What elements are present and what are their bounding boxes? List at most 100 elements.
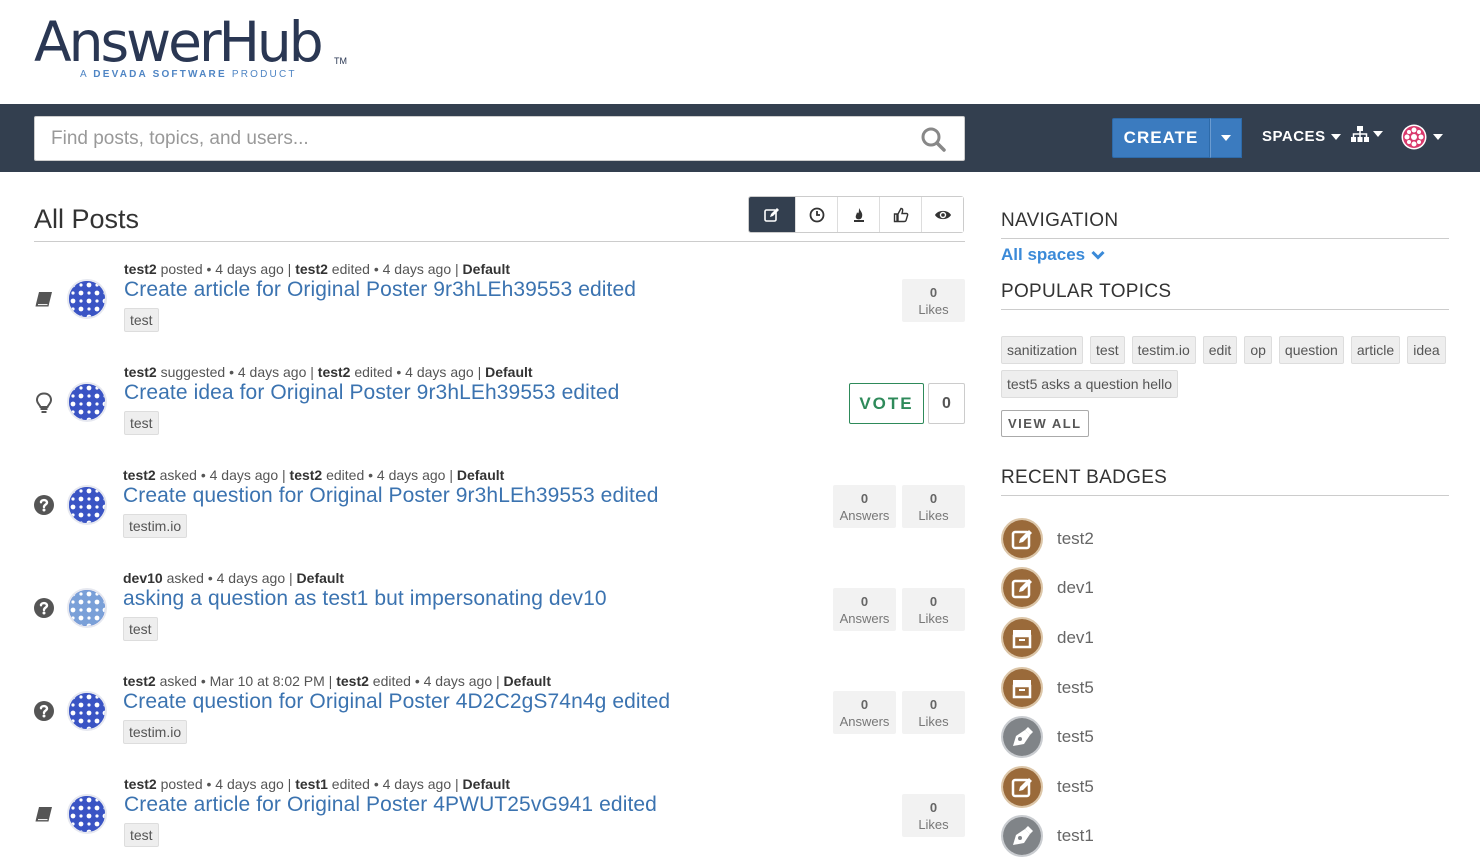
meta-user-link[interactable]: test2: [124, 364, 157, 380]
meta-user-link[interactable]: test2: [123, 673, 156, 689]
post-row: test2 posted • 4 days ago | test1 edited…: [34, 757, 965, 860]
meta-user-link[interactable]: test2: [295, 261, 328, 277]
post-title-link[interactable]: Create question for Original Poster 9r3h…: [123, 484, 659, 508]
avatar[interactable]: [67, 691, 107, 731]
avatar[interactable]: [67, 794, 107, 834]
post-title-link[interactable]: Create article for Original Poster 4PWUT…: [124, 793, 657, 817]
likes-count: 0 Likes: [902, 794, 965, 837]
topic-tag[interactable]: idea: [1407, 336, 1446, 364]
post-meta: test2 asked • Mar 10 at 8:02 PM | test2 …: [123, 673, 551, 689]
meta-user-link[interactable]: test2: [290, 467, 323, 483]
header-logo-area: AnswerHub TM A DEVADA SOFTWARE PRODUCT: [0, 0, 1480, 104]
post-meta: test2 posted • 4 days ago | test1 edited…: [124, 776, 510, 792]
post-title-link[interactable]: Create question for Original Poster 4D2C…: [123, 690, 670, 714]
vote-button[interactable]: VOTE: [849, 383, 924, 424]
answerhub-logo[interactable]: AnswerHub TM A DEVADA SOFTWARE PRODUCT: [34, 12, 347, 80]
logo-tm: TM: [334, 56, 347, 66]
spaces-menu[interactable]: SPACES: [1262, 128, 1341, 145]
meta-user-link[interactable]: test2: [336, 673, 369, 689]
topic-tag[interactable]: sanitization: [1001, 336, 1084, 364]
badge-user-name[interactable]: test5: [1057, 678, 1094, 698]
topic-tag[interactable]: testim.io: [1131, 336, 1196, 364]
avatar[interactable]: [67, 588, 107, 628]
vote-count: 0: [928, 383, 965, 424]
chevron-down-icon: [1433, 134, 1443, 140]
meta-user-link[interactable]: test1: [295, 776, 328, 792]
meta-user-link[interactable]: Default: [463, 261, 510, 277]
topic-tag[interactable]: edit: [1202, 336, 1238, 364]
post-tag[interactable]: test: [124, 411, 159, 435]
meta-user-link[interactable]: test2: [124, 776, 157, 792]
chevron-down-icon: [1091, 250, 1105, 260]
badge-user-name[interactable]: test1: [1057, 826, 1094, 846]
meta-user-link[interactable]: dev10: [123, 570, 163, 586]
badge-user-name[interactable]: test5: [1057, 727, 1094, 747]
answers-count: 0 Answers: [833, 691, 896, 734]
answers-count: 0 Answers: [833, 485, 896, 528]
page-title: All Posts: [34, 204, 140, 234]
badge-item[interactable]: test2: [1001, 514, 1449, 564]
badge-user-name[interactable]: test5: [1057, 777, 1094, 797]
badge-user-name[interactable]: dev1: [1057, 578, 1094, 598]
post-title-link[interactable]: Create idea for Original Poster 9r3hLEh3…: [124, 381, 619, 405]
sidebar: NAVIGATION All spaces POPULAR TOPICS san…: [1001, 172, 1449, 861]
topic-tag[interactable]: question: [1278, 336, 1344, 364]
avatar[interactable]: [67, 279, 107, 319]
search-input[interactable]: [35, 117, 895, 160]
topic-tag[interactable]: op: [1244, 336, 1272, 364]
post-title-link[interactable]: asking a question as test1 but impersona…: [123, 587, 607, 611]
topic-tag[interactable]: article: [1350, 336, 1401, 364]
badge-item[interactable]: test5: [1001, 712, 1449, 762]
badge-item[interactable]: test1: [1001, 812, 1449, 861]
meta-user-link[interactable]: test2: [124, 261, 157, 277]
sort-hottest-button[interactable]: [837, 197, 879, 232]
sort-active-button[interactable]: [795, 197, 837, 232]
meta-user-link[interactable]: Default: [504, 673, 551, 689]
meta-user-link[interactable]: Default: [463, 776, 510, 792]
avatar[interactable]: [67, 485, 107, 525]
create-dropdown-toggle[interactable]: [1210, 118, 1242, 158]
eye-sort-icon: [934, 210, 951, 219]
user-menu[interactable]: [1401, 124, 1443, 150]
likes-count: 0 Likes: [902, 279, 965, 322]
post-meta: test2 suggested • 4 days ago | test2 edi…: [124, 364, 533, 380]
archive-badge-icon: [1001, 666, 1043, 709]
badge-user-name[interactable]: test2: [1057, 529, 1094, 549]
badge-user-name[interactable]: dev1: [1057, 628, 1094, 648]
all-spaces-dropdown[interactable]: All spaces: [1001, 245, 1449, 265]
post-body: test2 suggested • 4 days ago | test2 edi…: [124, 364, 619, 435]
search-icon[interactable]: [920, 126, 946, 152]
post-tag[interactable]: test: [124, 823, 159, 847]
view-all-button[interactable]: VIEW ALL: [1001, 410, 1089, 437]
badge-item[interactable]: test5: [1001, 663, 1449, 713]
post-list: test2 posted • 4 days ago | test2 edited…: [34, 242, 965, 860]
create-button[interactable]: CREATE: [1112, 118, 1210, 158]
badge-item[interactable]: dev1: [1001, 613, 1449, 663]
sort-most-voted-button[interactable]: [879, 197, 921, 232]
meta-user-link[interactable]: test2: [318, 364, 351, 380]
badge-item[interactable]: dev1: [1001, 564, 1449, 614]
post-body: test2 asked • Mar 10 at 8:02 PM | test2 …: [123, 673, 670, 744]
post-tag[interactable]: testim.io: [123, 720, 188, 744]
topic-tag[interactable]: test: [1090, 336, 1125, 364]
badge-item[interactable]: test5: [1001, 762, 1449, 812]
post-title-link[interactable]: Create article for Original Poster 9r3hL…: [124, 278, 636, 302]
article-type-icon: [34, 804, 54, 824]
meta-user-link[interactable]: Default: [297, 570, 344, 586]
post-tag[interactable]: test: [124, 308, 159, 332]
clock-sort-icon: [809, 207, 824, 222]
post-meta: test2 posted • 4 days ago | test2 edited…: [124, 261, 510, 277]
topic-tag[interactable]: test5 asks a question hello: [1001, 370, 1178, 398]
answers-count: 0 Answers: [833, 588, 896, 631]
site-map-menu[interactable]: [1351, 126, 1383, 142]
meta-user-link[interactable]: Default: [485, 364, 532, 380]
sort-newest-button[interactable]: [749, 197, 795, 232]
post-tag[interactable]: testim.io: [123, 514, 188, 538]
meta-user-link[interactable]: Default: [457, 467, 504, 483]
post-tag[interactable]: test: [123, 617, 158, 641]
sort-most-viewed-button[interactable]: [921, 197, 963, 232]
post-body: test2 posted • 4 days ago | test2 edited…: [124, 261, 636, 332]
meta-user-link[interactable]: test2: [123, 467, 156, 483]
fire-sort-icon: [853, 207, 864, 222]
avatar[interactable]: [67, 382, 107, 422]
